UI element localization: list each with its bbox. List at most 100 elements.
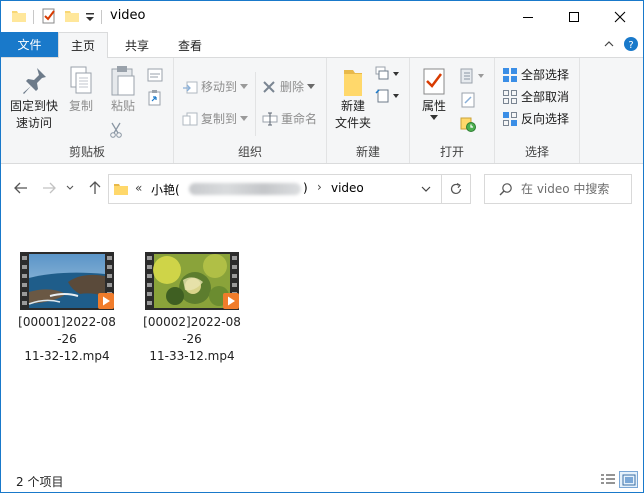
refresh-icon [450, 182, 461, 195]
video-thumbnail [20, 252, 114, 310]
breadcrumb-video[interactable]: video [331, 181, 364, 195]
file-view[interactable]: [00001]2022-08 -26 11-32-12.mp4 [00002]2… [1, 212, 643, 467]
properties-button[interactable]: 属性 [416, 66, 452, 121]
history-icon[interactable] [460, 116, 476, 132]
help-button[interactable]: ? [623, 36, 639, 52]
status-bar: 2 个项目 [1, 467, 643, 492]
select-none-button[interactable]: 全部取消 [502, 88, 569, 105]
divider [255, 72, 256, 136]
customize-toolbar-icon[interactable] [85, 8, 95, 24]
paste-icon [111, 66, 135, 96]
edit-icon[interactable] [460, 92, 476, 108]
cut-icon[interactable] [108, 122, 124, 138]
recent-locations-button[interactable] [63, 178, 77, 198]
group-label-select: 选择 [524, 145, 549, 159]
file-name: [00002]2022-08 -26 11-33-12.mp4 [143, 315, 241, 363]
new-folder-button[interactable]: 新建 文件夹 [333, 66, 373, 132]
properties-quick-icon[interactable] [41, 8, 57, 24]
tab-home[interactable]: 主页 [58, 32, 108, 58]
arrow-left-icon [14, 182, 27, 194]
folder-icon [12, 11, 26, 22]
pin-icon [23, 68, 46, 94]
tab-view[interactable]: 查看 [165, 32, 215, 58]
copy-icon [70, 66, 92, 94]
address-bar[interactable]: « 小艳( ) › video [108, 174, 442, 204]
search-icon [499, 183, 512, 196]
paste-shortcut-icon[interactable] [147, 90, 163, 106]
divider [33, 10, 34, 24]
svg-text:?: ? [628, 40, 633, 51]
up-button[interactable] [85, 178, 105, 198]
select-all-button[interactable]: 全部选择 [502, 66, 569, 83]
breadcrumb-separator[interactable]: › [317, 180, 322, 194]
close-button[interactable] [597, 1, 643, 32]
group-select: 全部选择 全部取消 反向选择 选择 [495, 58, 580, 163]
group-label-new: 新建 [355, 145, 380, 159]
group-new: 新建 文件夹 新建 [327, 58, 410, 163]
group-organize: 移动到 复制到 删除 重命名 组织 [174, 58, 327, 163]
new-item-icon[interactable] [375, 66, 401, 82]
chevron-down-icon [430, 115, 438, 120]
copy-to-icon [182, 112, 198, 125]
item-count: 2 个项目 [16, 475, 64, 489]
details-view-button[interactable] [598, 471, 617, 488]
move-to-icon [183, 81, 198, 93]
blurred-text [189, 183, 301, 195]
chevron-up-icon [604, 41, 614, 47]
select-all-icon [503, 67, 517, 82]
explorer-window: video 文件 主页 共享 查看 ? 固定到快 速访问 复制 粘贴 剪贴板 移… [0, 0, 644, 493]
move-to-button[interactable]: 移动到 [182, 78, 249, 95]
folder-icon [114, 184, 128, 195]
collapse-ribbon-button[interactable] [601, 36, 617, 52]
chevron-down-icon [66, 185, 74, 190]
overflow-crumb[interactable]: « [135, 181, 142, 195]
close-icon [614, 11, 626, 22]
minimize-icon [523, 16, 533, 18]
search-box[interactable] [484, 174, 632, 204]
play-badge-icon [223, 293, 239, 309]
tab-share[interactable]: 共享 [113, 32, 161, 58]
maximize-icon [569, 11, 579, 22]
new-folder-quick-icon[interactable] [64, 8, 80, 24]
video-thumbnail [145, 252, 239, 310]
ribbon-tabs: 文件 主页 共享 查看 ? [1, 32, 643, 58]
paste-button[interactable]: 粘贴 [103, 64, 143, 115]
delete-button[interactable]: 删除 [262, 78, 316, 95]
back-button[interactable] [11, 178, 31, 198]
invert-selection-button[interactable]: 反向选择 [502, 110, 569, 127]
rename-button[interactable]: 重命名 [262, 110, 317, 127]
help-icon: ? [624, 37, 638, 51]
file-name: [00001]2022-08 -26 11-32-12.mp4 [18, 315, 116, 363]
large-icons-view-icon [622, 474, 635, 485]
easy-access-icon[interactable] [375, 88, 401, 104]
forward-button[interactable] [39, 178, 59, 198]
large-icons-view-button[interactable] [619, 471, 638, 488]
breadcrumb-user[interactable]: 小艳( [151, 181, 180, 198]
group-label-organize: 组织 [237, 145, 262, 159]
copy-to-button[interactable]: 复制到 [182, 110, 249, 127]
details-view-icon [600, 473, 615, 484]
copy-path-icon[interactable] [147, 68, 163, 82]
pin-to-quick-access-button[interactable]: 固定到快 速访问 [7, 64, 61, 132]
title-bar: video [1, 1, 643, 32]
open-icon[interactable] [460, 68, 486, 84]
file-item[interactable]: [00001]2022-08 -26 11-32-12.mp4 [15, 252, 119, 365]
group-open: 属性 打开 [410, 58, 495, 163]
file-item[interactable]: [00002]2022-08 -26 11-33-12.mp4 [140, 252, 244, 365]
maximize-button[interactable] [551, 1, 597, 32]
refresh-button[interactable] [441, 174, 471, 204]
chevron-down-icon[interactable] [421, 186, 431, 192]
minimize-button[interactable] [505, 1, 551, 32]
search-input[interactable] [521, 182, 631, 196]
navigation-bar: « 小艳( ) › video [1, 164, 643, 212]
arrow-right-icon [43, 182, 56, 194]
chevron-down-icon [240, 115, 249, 121]
group-label-clipboard: 剪贴板 [68, 145, 105, 159]
copy-button[interactable]: 复制 [63, 64, 99, 115]
new-folder-icon [344, 70, 362, 96]
properties-icon [423, 68, 445, 95]
arrow-up-icon [89, 181, 101, 194]
tab-file[interactable]: 文件 [1, 32, 58, 57]
select-none-icon [503, 89, 517, 104]
play-badge-icon [98, 293, 114, 309]
